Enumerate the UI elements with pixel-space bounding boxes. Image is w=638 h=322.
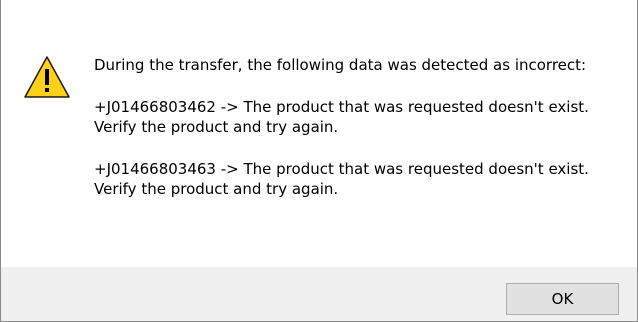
dialog-content: During the transfer, the following data …: [1, 0, 637, 268]
message-dialog: During the transfer, the following data …: [0, 0, 638, 322]
message-text: During the transfer, the following data …: [94, 55, 624, 221]
message-error-2: +J01466803463 -> The product that was re…: [94, 160, 589, 198]
warning-icon: [24, 56, 70, 98]
ok-button[interactable]: OK: [506, 283, 619, 315]
message-intro: During the transfer, the following data …: [94, 56, 587, 74]
message-error-1: +J01466803462 -> The product that was re…: [94, 98, 589, 136]
dialog-footer: OK: [1, 267, 637, 321]
